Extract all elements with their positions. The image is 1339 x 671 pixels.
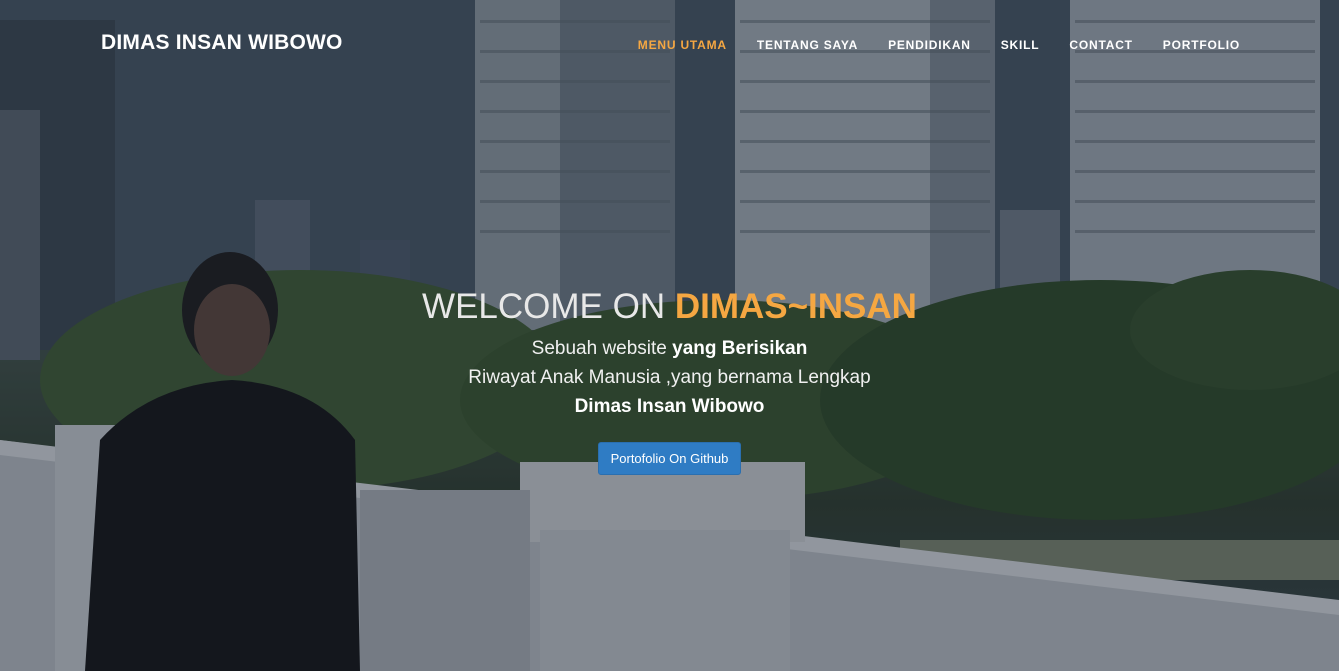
intro-line-1: Sebuah website yang Berisikan (0, 334, 1339, 363)
nav-link-menu-utama[interactable]: MENU UTAMA (623, 37, 742, 53)
nav-link-pendidikan[interactable]: PENDIDIKAN (873, 37, 986, 53)
portfolio-github-button[interactable]: Portofolio On Github (597, 442, 742, 475)
nav-item: CONTACT (1054, 37, 1147, 53)
nav-link-contact[interactable]: CONTACT (1054, 37, 1147, 53)
nav-item: PORTFOLIO (1148, 37, 1255, 53)
nav-item: SKILL (986, 37, 1055, 53)
nav-menu: MENU UTAMA TENTANG SAYA PENDIDIKAN SKILL… (623, 37, 1255, 53)
intro-line-3: Dimas Insan Wibowo (0, 392, 1339, 421)
intro-line-1-bold: yang Berisikan (672, 338, 808, 359)
brand-link[interactable]: DIMAS INSAN WIBOWO (101, 31, 343, 55)
top-navbar: DIMAS INSAN WIBOWO MENU UTAMA TENTANG SA… (0, 0, 1339, 90)
nav-item: MENU UTAMA (623, 37, 742, 53)
intro-line-2: Riwayat Anak Manusia ,yang bernama Lengk… (468, 367, 871, 388)
intro-line-3-bold: Dimas Insan Wibowo (574, 396, 765, 417)
nav-link-portfolio[interactable]: PORTFOLIO (1148, 37, 1255, 53)
nav-item: TENTANG SAYA (742, 37, 873, 53)
intro-line-1-plain: Sebuah website (531, 338, 673, 359)
nav-link-skill[interactable]: SKILL (986, 37, 1055, 53)
welcome-heading-prefix: WELCOME ON (422, 287, 675, 326)
nav-item: PENDIDIKAN (873, 37, 986, 53)
welcome-heading: WELCOME ON DIMAS~INSAN (0, 284, 1339, 330)
intro-section: WELCOME ON DIMAS~INSAN Sebuah website ya… (0, 284, 1339, 475)
welcome-heading-accent: DIMAS~INSAN (674, 287, 917, 326)
nav-link-tentang-saya[interactable]: TENTANG SAYA (742, 37, 873, 53)
